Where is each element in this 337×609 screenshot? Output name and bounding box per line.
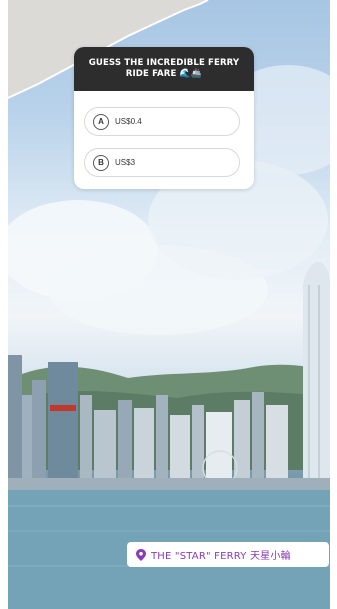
option-letter-b: B — [93, 154, 109, 171]
location-label: THE "STAR" FERRY 天星小輪 — [151, 551, 291, 562]
option-text-b: US$3 — [115, 158, 136, 167]
location-sticker[interactable]: THE "STAR" FERRY 天星小輪 — [127, 542, 329, 567]
ferry-emoji-icon: 🌊🚢 — [179, 69, 203, 79]
option-text-a: US$0.4 — [115, 117, 142, 126]
quiz-question: GUESS THE INCREDIBLE FERRY RIDE FARE 🌊🚢 — [74, 47, 254, 91]
quiz-question-text: GUESS THE INCREDIBLE FERRY RIDE FARE — [88, 58, 240, 79]
option-letter-a: A — [93, 113, 109, 130]
quiz-option-b[interactable]: B US$3 — [84, 148, 240, 177]
quiz-option-a[interactable]: A US$0.4 — [84, 107, 240, 136]
location-pin-icon — [136, 548, 146, 561]
quiz-sticker[interactable]: GUESS THE INCREDIBLE FERRY RIDE FARE 🌊🚢 … — [74, 47, 254, 189]
